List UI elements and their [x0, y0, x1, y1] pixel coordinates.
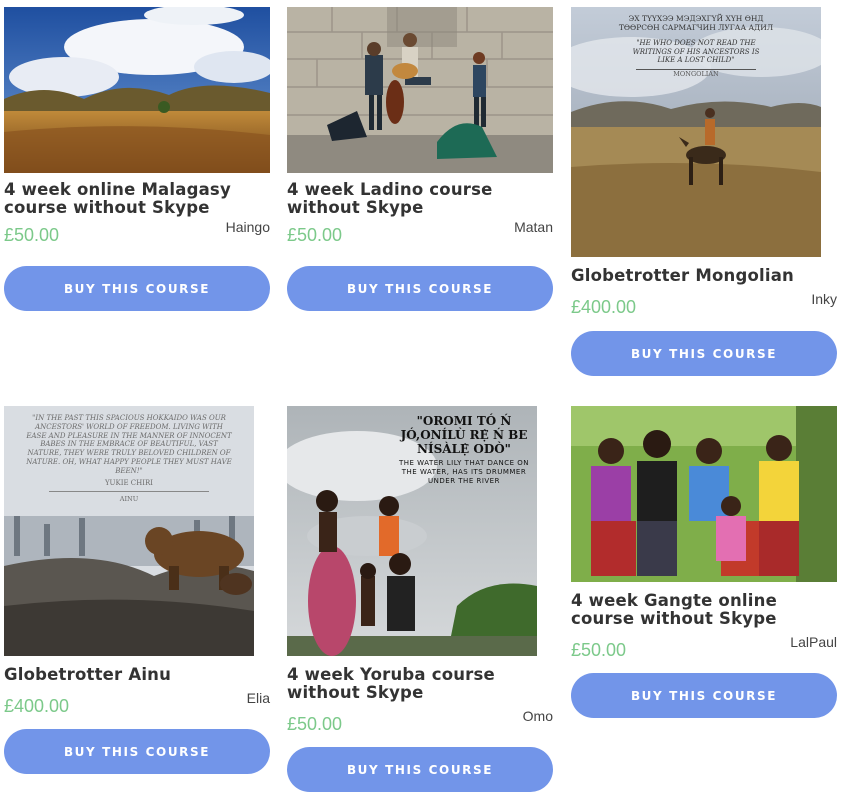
buy-course-button[interactable]: BUY THIS COURSE: [571, 331, 837, 376]
caption-divider: [49, 491, 209, 492]
course-card-gangte: 4 week Gangte online course without Skyp…: [571, 406, 837, 718]
teacher-name: Omo: [522, 708, 553, 724]
course-image-malagasy[interactable]: [4, 7, 270, 173]
image-caption: ЭХ ТҮҮХЭЭ МЭДЭХГҮЙ ХҮН ӨНД ТӨӨРСӨН САРМА…: [571, 14, 821, 78]
course-title[interactable]: 4 week Yoruba course without Skype: [287, 666, 553, 702]
course-card-ainu: "IN THE PAST THIS SPACIOUS HOKKAIDO WAS …: [4, 406, 270, 774]
course-title[interactable]: 4 week Ladino course without Skype: [287, 181, 553, 217]
caption-attribution: MONGOLIAN: [673, 70, 719, 78]
teacher-name: LalPaul: [790, 634, 837, 650]
buy-course-button[interactable]: BUY THIS COURSE: [4, 266, 270, 311]
course-image-ainu[interactable]: "IN THE PAST THIS SPACIOUS HOKKAIDO WAS …: [4, 406, 254, 656]
image-caption: "OROMI TÓ Ń JÓ,ONÍLÙ RẸ̀ Ń BE NÍSÀLẸ̀ OD…: [395, 414, 533, 485]
image-caption: "IN THE PAST THIS SPACIOUS HOKKAIDO WAS …: [4, 414, 254, 503]
caption-line: ТӨӨРСӨН САРМАГЧИН ЛУГАА АДИЛ: [618, 23, 774, 33]
teacher-name: Inky: [811, 291, 837, 307]
teacher-name: Haingo: [225, 219, 270, 235]
caption-heading: "OROMI TÓ Ń JÓ,ONÍLÙ RẸ̀ Ń BE NÍSÀLẸ̀ OD…: [400, 414, 528, 456]
buy-course-button[interactable]: BUY THIS COURSE: [571, 673, 837, 718]
course-card-malagasy: 4 week online Malagasy course without Sk…: [4, 7, 270, 311]
course-image-ladino[interactable]: [287, 7, 553, 173]
caption-author: YUKIE CHIRI: [104, 479, 154, 488]
course-title[interactable]: 4 week Gangte online course without Skyp…: [571, 592, 837, 628]
buy-course-button[interactable]: BUY THIS COURSE: [287, 747, 553, 792]
course-card-ladino: 4 week Ladino course without Skype £50.0…: [287, 7, 553, 311]
teacher-name: Matan: [514, 219, 553, 235]
course-price: £50.00: [4, 225, 60, 245]
caption-attribution: AINU: [119, 495, 139, 503]
course-title[interactable]: Globetrotter Mongolian: [571, 267, 837, 285]
course-title[interactable]: 4 week online Malagasy course without Sk…: [4, 181, 270, 217]
course-price: £50.00: [287, 225, 343, 245]
course-image-gangte[interactable]: [571, 406, 837, 582]
course-title[interactable]: Globetrotter Ainu: [4, 666, 270, 684]
caption-quote: "IN THE PAST THIS SPACIOUS HOKKAIDO WAS …: [26, 414, 232, 475]
course-card-yoruba: "OROMI TÓ Ń JÓ,ONÍLÙ RẸ̀ Ń BE NÍSÀLẸ̀ OD…: [287, 406, 553, 792]
course-image-mongolian[interactable]: ЭХ ТҮҮХЭЭ МЭДЭХГҮЙ ХҮН ӨНД ТӨӨРСӨН САРМА…: [571, 7, 821, 257]
course-price: £400.00: [571, 297, 637, 317]
course-price: £50.00: [571, 640, 627, 660]
course-price: £50.00: [287, 714, 343, 734]
buy-course-button[interactable]: BUY THIS COURSE: [4, 729, 270, 774]
course-image-yoruba[interactable]: "OROMI TÓ Ń JÓ,ONÍLÙ RẸ̀ Ń BE NÍSÀLẸ̀ OD…: [287, 406, 537, 656]
caption-line: ЭХ ТҮҮХЭЭ МЭДЭХГҮЙ ХҮН ӨНД: [628, 14, 764, 23]
course-card-mongolian: ЭХ ТҮҮХЭЭ МЭДЭХГҮЙ ХҮН ӨНД ТӨӨРСӨН САРМА…: [571, 7, 837, 376]
caption-quote: "HE WHO DOES NOT READ THE WRITINGS OF HI…: [632, 38, 760, 65]
teacher-name: Elia: [246, 690, 270, 706]
course-price: £400.00: [4, 696, 70, 716]
caption-quote: THE WATER LILY THAT DANCE ON THE WATER, …: [398, 459, 530, 485]
buy-course-button[interactable]: BUY THIS COURSE: [287, 266, 553, 311]
